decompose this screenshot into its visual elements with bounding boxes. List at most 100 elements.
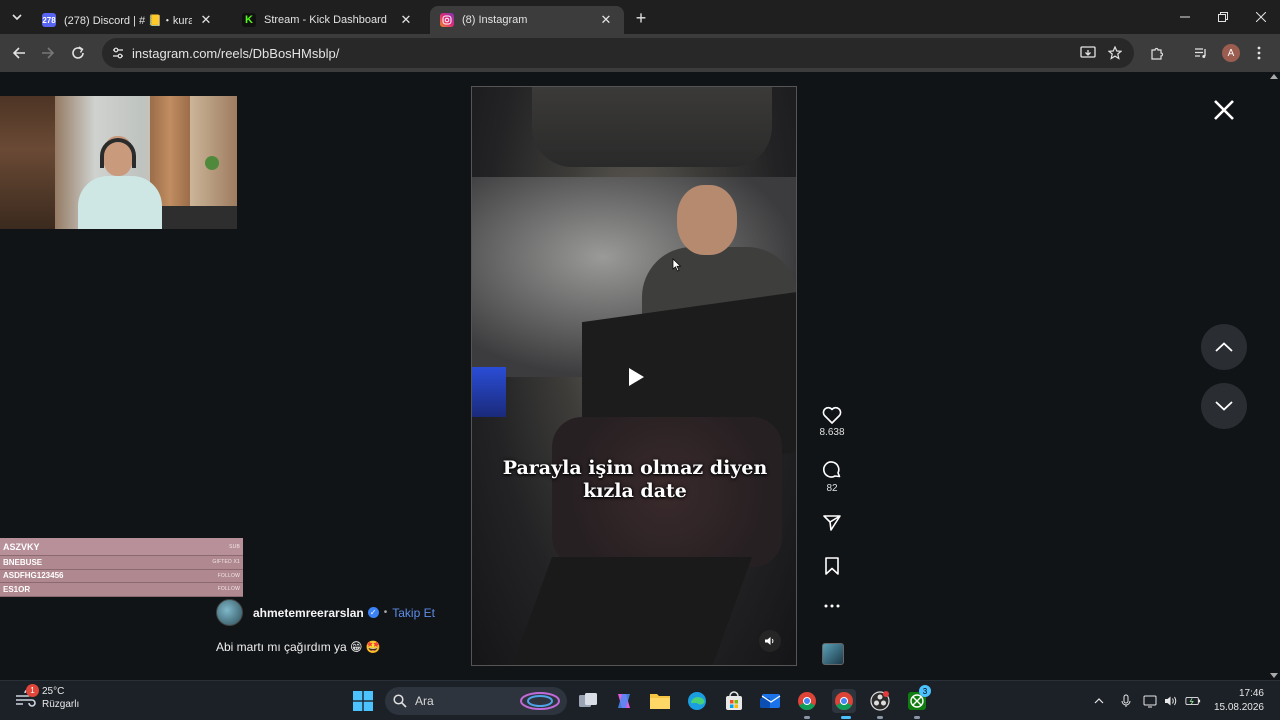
- restore-button[interactable]: [1204, 0, 1242, 34]
- chevron-up-icon: [1215, 342, 1233, 352]
- system-clock[interactable]: 17:46 15.08.2026: [1212, 687, 1264, 715]
- follow-button[interactable]: Takip Et: [392, 606, 435, 620]
- microphone-icon: [1121, 694, 1131, 707]
- alert-row: ASZVKY SUB: [0, 538, 243, 556]
- alert-name: ES1OR: [3, 584, 31, 594]
- restore-icon: [1218, 12, 1228, 22]
- webcam-overlay: [0, 96, 237, 229]
- verified-badge-icon: ✓: [367, 607, 379, 618]
- running-indicator: [804, 716, 810, 719]
- weather-desc: Rüzgarlı: [42, 699, 80, 710]
- forward-button[interactable]: [36, 41, 60, 65]
- network-icon: [1143, 695, 1157, 708]
- edge-app[interactable]: [685, 689, 709, 713]
- wind-icon: 1: [14, 684, 39, 710]
- file-explorer-app[interactable]: [648, 689, 672, 713]
- window-close-button[interactable]: [1242, 0, 1280, 34]
- extensions-button[interactable]: [1147, 43, 1167, 63]
- new-tab-button[interactable]: +: [630, 7, 652, 29]
- scroll-up-arrow-icon[interactable]: [1270, 74, 1278, 79]
- alert-row: ASDFHG123456 FOLLOW: [0, 569, 243, 583]
- network-tray[interactable]: [1143, 693, 1159, 709]
- reel-author: ahmetemreerarslan ✓ • Takip Et: [216, 599, 435, 626]
- address-bar[interactable]: instagram.com/reels/DbBosHMsblp/: [102, 38, 1134, 68]
- page-scrollbar[interactable]: [1268, 72, 1280, 680]
- subtitle-line: kızla date: [583, 480, 687, 502]
- search-highlight-icon: [520, 692, 560, 710]
- author-username[interactable]: ahmetemreerarslan: [253, 606, 364, 620]
- weather-widget[interactable]: 1 25°C Rüzgarlı: [14, 684, 80, 711]
- reload-icon: [72, 46, 84, 59]
- close-icon: [1214, 100, 1234, 120]
- folder-icon: [650, 694, 670, 709]
- search-icon: [393, 694, 407, 708]
- comment-action[interactable]: 82: [812, 460, 852, 494]
- headphones-icon: [100, 138, 136, 168]
- close-reel-button[interactable]: [1210, 96, 1238, 124]
- task-view-button[interactable]: [576, 689, 600, 713]
- author-avatar[interactable]: [216, 599, 243, 626]
- share-action[interactable]: [812, 514, 852, 532]
- tab-close-icon[interactable]: ✕: [198, 12, 214, 28]
- copilot-icon: [618, 694, 630, 708]
- alert-type: SUB: [229, 543, 240, 550]
- more-dots-icon[interactable]: [824, 604, 840, 608]
- reel-video[interactable]: Parayla işim olmaz diyen kızla date: [471, 86, 797, 666]
- chrome-icon: [798, 692, 816, 711]
- mail-app[interactable]: [758, 689, 782, 713]
- media-controls-button[interactable]: [1191, 43, 1211, 63]
- obs-icon: [870, 691, 890, 711]
- install-app-button[interactable]: [1078, 43, 1098, 63]
- close-icon: [1256, 12, 1266, 22]
- arrow-right-icon: [42, 47, 55, 59]
- back-button[interactable]: [7, 41, 31, 65]
- start-button[interactable]: [351, 689, 375, 713]
- alert-type: FOLLOW: [217, 572, 240, 579]
- tab-instagram[interactable]: (8) Instagram ✕: [430, 6, 624, 34]
- menu-button[interactable]: [1249, 43, 1269, 63]
- like-action[interactable]: 8.638: [812, 406, 852, 438]
- store-app[interactable]: [722, 689, 746, 713]
- stream-alerts: ASZVKY SUB BNEBUSE GIFTED X1 ASDFHG12345…: [0, 538, 243, 597]
- reload-button[interactable]: [66, 41, 90, 65]
- minimize-button[interactable]: [1166, 0, 1204, 34]
- play-button[interactable]: [604, 347, 664, 407]
- mute-button[interactable]: [759, 630, 781, 652]
- obs-app[interactable]: [868, 689, 892, 713]
- running-indicator: [914, 716, 920, 719]
- bookmark-icon[interactable]: [824, 557, 840, 575]
- tab-strip: 278 (278) Discord | # 📒・kurallar ✕ K Str…: [0, 0, 1280, 34]
- taskbar-search[interactable]: Ara: [385, 687, 567, 715]
- xbox-app[interactable]: 3: [905, 685, 931, 713]
- copilot-app[interactable]: [612, 689, 636, 713]
- tab-close-icon[interactable]: ✕: [398, 12, 414, 28]
- store-icon: [726, 691, 742, 710]
- tab-title: Stream - Kick Dashboard: [264, 14, 387, 26]
- reel-caption: Abi martı mı çağırdım ya 😁 🤩: [216, 640, 381, 654]
- comment-icon[interactable]: [822, 460, 842, 480]
- save-action[interactable]: [812, 557, 852, 575]
- chrome-icon: [835, 692, 853, 711]
- tab-search-button[interactable]: [6, 6, 28, 28]
- chrome-app-2[interactable]: [832, 689, 856, 713]
- send-icon[interactable]: [822, 514, 842, 532]
- chrome-app-1[interactable]: [795, 689, 819, 713]
- tab-kick[interactable]: K Stream - Kick Dashboard ✕: [232, 6, 424, 34]
- site-settings-icon[interactable]: [110, 45, 126, 61]
- show-hidden-icons-button[interactable]: [1091, 693, 1107, 709]
- audio-thumbnail[interactable]: [822, 643, 844, 665]
- tab-discord[interactable]: 278 (278) Discord | # 📒・kurallar ✕: [32, 6, 224, 34]
- microphone-tray[interactable]: [1118, 693, 1134, 709]
- tab-close-icon[interactable]: ✕: [598, 12, 614, 28]
- separator-dot: •: [383, 607, 388, 618]
- next-reel-button[interactable]: [1201, 383, 1247, 429]
- battery-tray[interactable]: [1185, 693, 1201, 709]
- heart-icon[interactable]: [822, 406, 842, 424]
- previous-reel-button[interactable]: [1201, 324, 1247, 370]
- bookmark-star-button[interactable]: [1105, 43, 1125, 63]
- volume-tray[interactable]: [1163, 693, 1179, 709]
- profile-avatar[interactable]: A: [1222, 44, 1240, 62]
- scroll-down-arrow-icon[interactable]: [1270, 673, 1278, 678]
- alert-name: ASZVKY: [3, 541, 40, 552]
- more-action[interactable]: [812, 604, 852, 608]
